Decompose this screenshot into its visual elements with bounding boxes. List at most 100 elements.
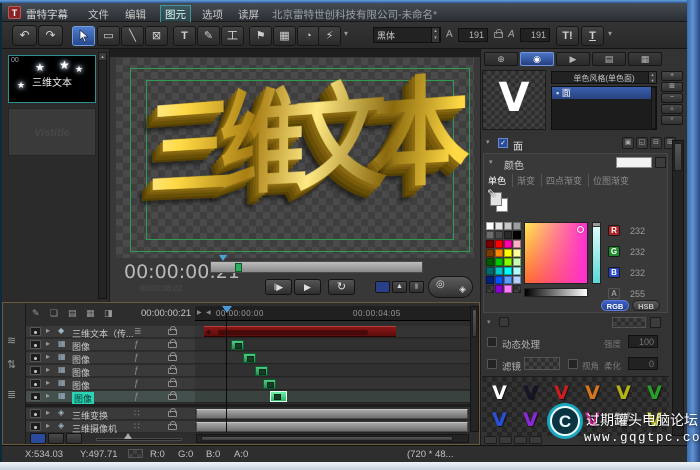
visibility-toggle[interactable] bbox=[30, 409, 41, 418]
timeline-playhead-line[interactable] bbox=[226, 313, 227, 432]
expand-arrow[interactable]: ▸ bbox=[46, 365, 50, 374]
expand-arrow[interactable]: ▸ bbox=[46, 326, 50, 335]
ruler-nav-left[interactable]: ▶ bbox=[197, 309, 202, 316]
spacing-field[interactable]: 191 bbox=[520, 28, 550, 42]
lock-icon[interactable] bbox=[168, 368, 177, 374]
visibility-toggle[interactable] bbox=[30, 340, 41, 349]
font-size-field[interactable]: 191 bbox=[458, 28, 488, 42]
fx-icon[interactable]: ƒ bbox=[134, 352, 139, 362]
shape-tool[interactable]: ⊠ bbox=[145, 26, 168, 46]
header-icon-1[interactable]: ▣ bbox=[622, 137, 634, 149]
palette-swatch[interactable] bbox=[495, 267, 503, 275]
palette-swatch[interactable] bbox=[486, 267, 494, 275]
palette-swatch[interactable] bbox=[486, 276, 494, 284]
palette-swatch[interactable] bbox=[513, 231, 521, 239]
clip-image[interactable] bbox=[255, 366, 268, 376]
tab-color-style[interactable]: ◉ bbox=[520, 52, 554, 66]
track-row-image2[interactable]: ▸▦图像ƒ bbox=[26, 352, 195, 364]
palette-swatch[interactable] bbox=[504, 276, 512, 284]
flag-toggle[interactable] bbox=[375, 281, 390, 293]
palette-swatch[interactable] bbox=[495, 249, 503, 257]
properties-scroll-handle[interactable] bbox=[674, 143, 682, 171]
layer-list[interactable]: ▪ 面 bbox=[551, 86, 657, 130]
visibility-toggle[interactable] bbox=[30, 366, 41, 375]
color-collapse-icon[interactable]: ▾ bbox=[489, 158, 493, 166]
palette-swatch[interactable] bbox=[504, 231, 512, 239]
pen-tool[interactable]: ✎ bbox=[197, 26, 220, 46]
tab-template[interactable]: ⊕ bbox=[484, 52, 518, 66]
clip-3dtext[interactable]: ◆ bbox=[204, 326, 396, 337]
track-row-image3[interactable]: ▸▦图像ƒ bbox=[26, 365, 195, 377]
clip-3dtransform[interactable] bbox=[196, 409, 468, 419]
style-preset[interactable]: V bbox=[515, 406, 546, 433]
section-collapse-icon[interactable]: ▾ bbox=[486, 138, 490, 146]
step-play-button[interactable]: I▶ bbox=[265, 279, 292, 295]
tl-grid-icon[interactable]: ▤ bbox=[68, 308, 77, 319]
side-layers-icon[interactable]: ≋ bbox=[7, 334, 16, 347]
tl-pages-icon[interactable]: ❏ bbox=[50, 308, 58, 319]
loop-button[interactable]: ↻ bbox=[328, 279, 355, 295]
tab-effects[interactable]: ▶ bbox=[556, 52, 590, 66]
text-warning-button[interactable]: T! bbox=[556, 26, 579, 46]
timeline-hscroll[interactable] bbox=[196, 434, 469, 443]
value-bar[interactable] bbox=[524, 288, 588, 297]
tl-link-icon[interactable]: ◨ bbox=[104, 308, 113, 319]
palette-swatch[interactable] bbox=[495, 240, 503, 248]
visibility-toggle[interactable] bbox=[30, 379, 41, 388]
header-icon-3[interactable]: ⊟ bbox=[650, 137, 662, 149]
layer-list-scrollbar[interactable] bbox=[651, 87, 656, 129]
palette-swatch[interactable] bbox=[486, 231, 494, 239]
gallery-btn-2[interactable] bbox=[499, 436, 512, 444]
toolbar-dropdown-icon[interactable]: ▾ bbox=[344, 29, 348, 38]
clip-image[interactable] bbox=[243, 353, 256, 363]
mode-bitmap[interactable]: 位图渐变 bbox=[593, 174, 629, 187]
tl-edit-icon[interactable]: ✎ bbox=[32, 308, 40, 319]
palette-swatch[interactable] bbox=[504, 258, 512, 266]
clip-image-selected[interactable] bbox=[270, 391, 287, 402]
palette-swatch[interactable] bbox=[486, 222, 494, 230]
current-color-swatch[interactable] bbox=[616, 157, 652, 168]
plugin-tool[interactable]: ⚡ bbox=[318, 26, 341, 46]
palette-swatch[interactable] bbox=[504, 222, 512, 230]
palette-swatch[interactable] bbox=[513, 249, 521, 257]
line-tool[interactable]: ╲ bbox=[121, 26, 144, 46]
group-icon[interactable]: ∷ bbox=[134, 421, 140, 432]
template-thumb-selected[interactable]: 00 三维文本 ★ ★ ★ ★ bbox=[8, 55, 96, 103]
ruler-nav-right[interactable]: ◀ bbox=[206, 309, 211, 316]
tl-view-mode-2[interactable] bbox=[48, 433, 64, 444]
soften-field[interactable]: 0 bbox=[628, 357, 658, 370]
background-toggle[interactable]: ▲ bbox=[392, 281, 407, 293]
filter-swatch[interactable] bbox=[524, 357, 560, 370]
track-list-icon[interactable]: ≣ bbox=[134, 326, 142, 337]
fx-icon[interactable]: ƒ bbox=[134, 339, 139, 349]
dynamic-checkbox[interactable] bbox=[487, 337, 497, 347]
color-extra-box[interactable] bbox=[655, 157, 666, 168]
palette-swatch[interactable] bbox=[513, 222, 521, 230]
channel-a-value[interactable]: 255 bbox=[630, 289, 645, 299]
palette-swatch[interactable] bbox=[504, 249, 512, 257]
lock-icon[interactable] bbox=[168, 411, 177, 417]
image-tool[interactable]: ▦ bbox=[273, 26, 296, 46]
timeline-vscroll-handle[interactable] bbox=[472, 309, 477, 337]
menu-file[interactable]: 文件 bbox=[88, 7, 109, 22]
tl-zoom-slider[interactable] bbox=[96, 438, 182, 441]
visibility-toggle[interactable] bbox=[30, 327, 41, 336]
track-row-3dcamera[interactable]: ▸◈三维摄像机∷ bbox=[26, 421, 195, 433]
tab-library[interactable]: ▦ bbox=[628, 52, 662, 66]
visibility-toggle[interactable] bbox=[30, 422, 41, 431]
palette-swatch[interactable] bbox=[513, 258, 521, 266]
hue-slider[interactable] bbox=[592, 222, 601, 284]
menu-options[interactable]: 选项 bbox=[202, 7, 223, 22]
text-box-button[interactable]: T bbox=[581, 26, 604, 46]
track-row-image1[interactable]: ▸▦图像ƒ bbox=[26, 339, 195, 351]
clip-image[interactable] bbox=[263, 379, 276, 389]
view-checkbox[interactable] bbox=[568, 359, 578, 369]
preview-slider[interactable] bbox=[210, 261, 423, 273]
palette-swatch[interactable] bbox=[486, 240, 494, 248]
track-row-image5-selected[interactable]: ▸▦图像ƒ bbox=[26, 391, 195, 403]
palette-swatch[interactable] bbox=[495, 222, 503, 230]
palette-swatch[interactable] bbox=[504, 267, 512, 275]
palette-swatch[interactable] bbox=[513, 240, 521, 248]
hsb-mode-button[interactable]: HSB bbox=[632, 300, 660, 311]
strength-field[interactable]: 100 bbox=[628, 335, 658, 348]
